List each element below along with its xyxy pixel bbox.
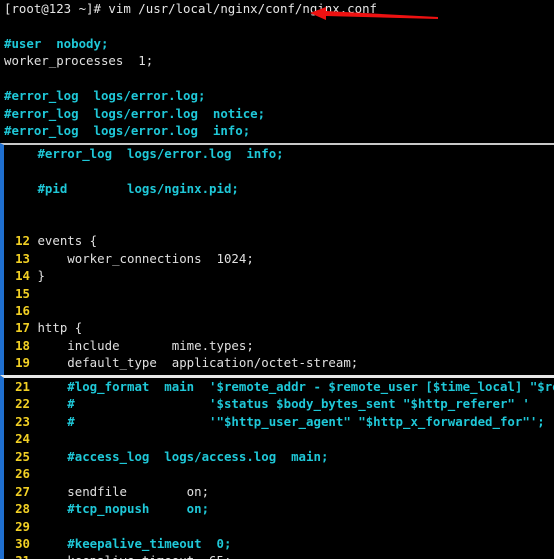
code-line: #error_log logs/error.log info;: [4, 145, 554, 162]
code-line: 27 sendfile on;: [4, 483, 554, 500]
code-line: 15: [4, 285, 554, 302]
code-line: [root@123 ~]# vim /usr/local/nginx/conf/…: [0, 0, 554, 17]
line-number: 26: [15, 466, 30, 482]
vim-editor-panel-bottom[interactable]: 21 #log_format main '$remote_addr - $rem…: [0, 375, 554, 559]
line-number: 28: [15, 501, 30, 517]
code-text: events {: [37, 233, 98, 249]
code-line: 31 keepalive_timeout 65;: [4, 552, 554, 559]
terminal-screen: [root@123 ~]# vim /usr/local/nginx/conf/…: [0, 0, 554, 559]
code-text: # '$status $body_bytes_sent "$http_refer…: [37, 396, 530, 412]
code-text: worker_processes 1;: [4, 53, 154, 69]
vim-editor-panel-middle[interactable]: #error_log logs/error.log info; #pid log…: [0, 143, 554, 375]
code-text: #error_log logs/error.log info;: [37, 146, 284, 161]
line-number: 13: [15, 250, 30, 266]
line-number: 23: [15, 413, 30, 429]
code-text: include mime.types;: [37, 337, 254, 353]
code-line: 18 include mime.types;: [4, 337, 554, 354]
code-text: #access_log logs/access.log main;: [37, 448, 329, 464]
line-number: 14: [15, 268, 30, 284]
terminal-command-panel[interactable]: [root@123 ~]# vim /usr/local/nginx/conf/…: [0, 0, 554, 143]
line-number: 18: [15, 337, 30, 353]
code-line: 14 }: [4, 267, 554, 284]
code-text: #keepalive_timeout 0;: [37, 535, 232, 551]
code-line: 26: [4, 465, 554, 482]
code-line: 13 worker_connections 1024;: [4, 250, 554, 267]
code-line: 19 default_type application/octet-stream…: [4, 354, 554, 371]
code-line: #error_log logs/error.log;: [0, 87, 554, 104]
code-line: 30 #keepalive_timeout 0;: [4, 535, 554, 552]
code-line: worker_processes 1;: [0, 52, 554, 69]
code-line: 12 events {: [4, 232, 554, 249]
line-number: 17: [15, 320, 30, 336]
code-text: default_type application/octet-stream;: [37, 355, 359, 371]
code-line: 25 #access_log logs/access.log main;: [4, 448, 554, 465]
line-number: 15: [15, 285, 30, 301]
line-number: 30: [15, 535, 30, 551]
line-number: 24: [15, 431, 30, 447]
code-line: #error_log logs/error.log info;: [0, 122, 554, 139]
line-number: 31: [6, 552, 30, 559]
line-number: 22: [15, 396, 30, 412]
line-number: 21: [15, 379, 30, 394]
code-text: #tcp_nopush on;: [37, 501, 210, 517]
code-text: #log_format main '$remote_addr - $remote…: [67, 379, 554, 394]
code-text: #error_log logs/error.log notice;: [4, 105, 266, 121]
code-text: #error_log logs/error.log;: [4, 88, 206, 104]
line-number: 12: [15, 233, 30, 249]
code-text: http {: [37, 320, 83, 336]
code-text: worker_connections 1024;: [37, 250, 254, 266]
code-text: #user nobody;: [4, 35, 109, 51]
line-number: 29: [15, 518, 30, 534]
code-line: #user nobody;: [0, 35, 554, 52]
code-line: 21 #log_format main '$remote_addr - $rem…: [4, 378, 554, 395]
code-line: 24: [4, 430, 554, 447]
code-line: 28 #tcp_nopush on;: [4, 500, 554, 517]
code-line: 23 # '"$http_user_agent" "$http_x_forwar…: [4, 413, 554, 430]
code-text: #error_log logs/error.log info;: [4, 123, 251, 139]
code-line: 22 # '$status $body_bytes_sent "$http_re…: [4, 395, 554, 412]
code-text: }: [37, 268, 45, 284]
line-number: 16: [15, 302, 30, 318]
line-number: 25: [15, 448, 30, 464]
line-number: 27: [15, 483, 30, 499]
code-line: 29: [4, 518, 554, 535]
code-line: 17 http {: [4, 319, 554, 336]
code-line: #pid logs/nginx.pid;: [4, 180, 554, 197]
code-text: #pid logs/nginx.pid;: [37, 180, 239, 196]
code-text: sendfile on;: [37, 483, 210, 499]
code-text: keepalive_timeout 65;: [37, 553, 231, 559]
code-line: #error_log logs/error.log notice;: [0, 105, 554, 122]
line-number: 19: [15, 355, 30, 371]
code-text: [root@123 ~]# vim /usr/local/nginx/conf/…: [4, 1, 377, 16]
code-text: # '"$http_user_agent" "$http_x_forwarded…: [37, 413, 545, 429]
code-line: 16: [4, 302, 554, 319]
